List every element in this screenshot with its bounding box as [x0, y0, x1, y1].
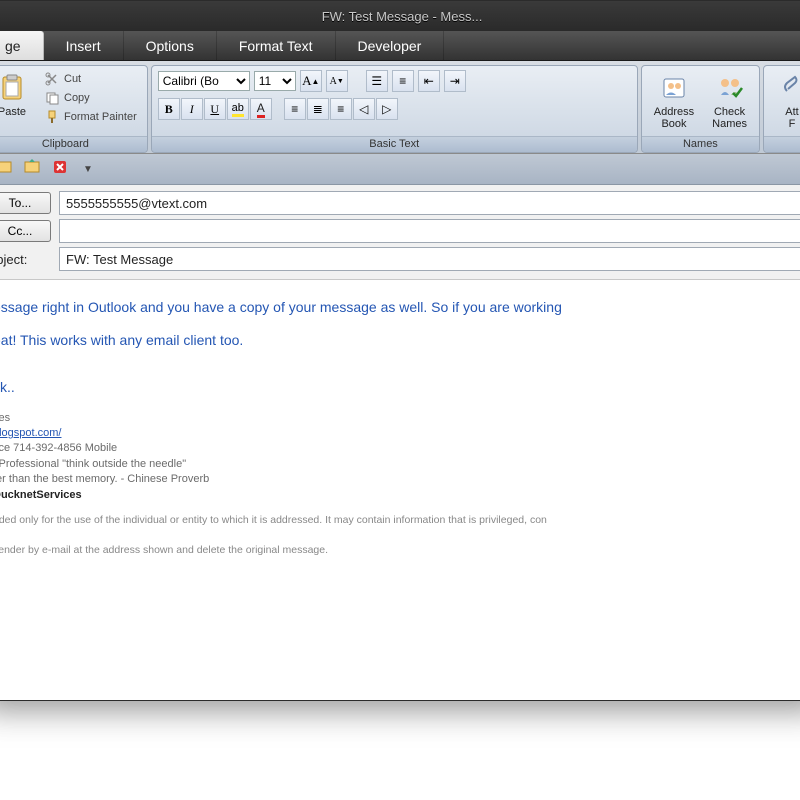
account-icon [0, 158, 13, 181]
tab-message[interactable]: ge [0, 31, 44, 60]
scissors-icon [44, 71, 60, 87]
format-painter-button[interactable]: Format Painter [40, 108, 141, 126]
body-line-2: eat! This works with any email client to… [0, 331, 800, 350]
sig-tagline: l Professional "think outside the needle… [0, 457, 800, 472]
tab-insert[interactable]: Insert [44, 31, 124, 60]
italic-button[interactable]: I [181, 98, 203, 120]
align-left-button[interactable]: ≡ [284, 98, 306, 120]
increase-indent-button[interactable]: ▷ [376, 98, 398, 120]
disclaimer: nded only for the use of the individual … [0, 513, 800, 559]
address-book-button[interactable]: Address Book [648, 70, 700, 132]
clipboard-icon [0, 72, 28, 104]
check-names-button[interactable]: Check Names [706, 70, 753, 132]
group-basic-text-label: Basic Text [152, 136, 637, 152]
paste-button[interactable]: Paste [0, 70, 34, 120]
body-line-1: essage right in Outlook and you have a c… [0, 298, 800, 317]
align-left-icon: ≡ [291, 102, 298, 116]
cc-button[interactable]: Cc... [0, 220, 51, 242]
paintbrush-icon [44, 109, 60, 125]
to-button[interactable]: To... [0, 192, 51, 214]
attach-label: Att F [785, 106, 798, 130]
group-names-label: Names [642, 136, 759, 152]
decrease-indent-button[interactable]: ◁ [353, 98, 375, 120]
cut-button[interactable]: Cut [40, 70, 141, 88]
align-center-icon: ≣ [313, 102, 323, 116]
qat-dropdown[interactable]: ▼ [77, 158, 99, 180]
align-right-button[interactable]: ≡ [330, 98, 352, 120]
check-names-icon [714, 72, 746, 104]
highlight-button[interactable]: ab [227, 98, 249, 120]
numbering-icon: ≡ [399, 74, 406, 88]
group-clipboard: Paste Cut Copy Format Painter [0, 65, 148, 153]
group-basic-text: Calibri (Bo 11 A▲ A▼ ☰ ≡ ⇤ ⇥ B I U ab A [151, 65, 638, 153]
numbering-button[interactable]: ≡ [392, 70, 414, 92]
subject-label: ubject: [0, 252, 51, 267]
address-book-icon [658, 72, 690, 104]
attach-file-button[interactable]: Att F [770, 70, 800, 132]
disclaimer-3: sender by e-mail at the address shown an… [0, 543, 800, 558]
body-line-3: ck.. [0, 378, 800, 397]
indent-decrease-button[interactable]: ⇤ [418, 70, 440, 92]
paperclip-icon [776, 72, 800, 104]
cc-field[interactable] [59, 219, 800, 243]
qat-account[interactable] [0, 158, 15, 180]
sig-proverb: ter than the best memory. - Chinese Prov… [0, 472, 800, 487]
sig-link[interactable]: blogspot.com/ [0, 427, 61, 439]
grow-font-button[interactable]: A▲ [300, 70, 322, 92]
signature: ces blogspot.com/ fice 714-392-4856 Mobi… [0, 411, 800, 503]
decrease-indent-icon: ◁ [359, 102, 368, 116]
tab-developer[interactable]: Developer [336, 31, 445, 60]
qat-send-receive[interactable] [21, 158, 43, 180]
message-headers: To... Cc... ubject: [0, 185, 800, 280]
underline-button[interactable]: U [204, 98, 226, 120]
tab-options[interactable]: Options [124, 31, 217, 60]
subject-field[interactable] [59, 247, 800, 271]
disclaimer-1: nded only for the use of the individual … [0, 513, 800, 528]
chevron-down-icon: ▼ [83, 164, 93, 175]
ribbon: Paste Cut Copy Format Painter [0, 61, 800, 154]
tab-format-text[interactable]: Format Text [217, 31, 336, 60]
paste-label: Paste [0, 106, 26, 118]
group-include: Att F [763, 65, 800, 153]
bullets-button[interactable]: ☰ [366, 70, 388, 92]
titlebar: FW: Test Message - Mess... [0, 1, 800, 31]
ribbon-tabs: ge Insert Options Format Text Developer [0, 31, 800, 61]
font-size-select[interactable]: 11 [254, 71, 296, 91]
indent-increase-button[interactable]: ⇥ [444, 70, 466, 92]
qat-delete[interactable] [49, 158, 71, 180]
window-title: FW: Test Message - Mess... [322, 9, 483, 24]
copy-button[interactable]: Copy [40, 89, 141, 107]
font-color-icon: A [257, 101, 265, 118]
sig-brand: DucknetServices [0, 488, 800, 503]
sig-company: ces [0, 411, 800, 426]
shrink-font-button[interactable]: A▼ [326, 70, 348, 92]
bold-button[interactable]: B [158, 98, 180, 120]
to-field[interactable] [59, 191, 800, 215]
align-center-button[interactable]: ≣ [307, 98, 329, 120]
message-body[interactable]: essage right in Outlook and you have a c… [0, 280, 800, 700]
group-names: Address Book Check Names Names [641, 65, 760, 153]
outdent-icon: ⇤ [424, 74, 434, 88]
group-clipboard-label: Clipboard [0, 136, 147, 152]
delete-icon [51, 158, 69, 181]
disclaimer-2: t. [0, 528, 800, 543]
copy-icon [44, 90, 60, 106]
font-color-button[interactable]: A [250, 98, 272, 120]
address-book-label: Address Book [654, 106, 694, 130]
align-right-icon: ≡ [337, 102, 344, 116]
sig-phone: fice 714-392-4856 Mobile [0, 441, 800, 456]
highlight-icon: ab [232, 102, 244, 117]
increase-indent-icon: ▷ [382, 102, 391, 116]
check-names-label: Check Names [712, 106, 747, 130]
font-family-select[interactable]: Calibri (Bo [158, 71, 250, 91]
indent-icon: ⇥ [450, 74, 460, 88]
send-receive-icon [23, 158, 41, 181]
bullets-icon: ☰ [371, 74, 382, 88]
quick-access-toolbar: ▼ [0, 154, 800, 185]
